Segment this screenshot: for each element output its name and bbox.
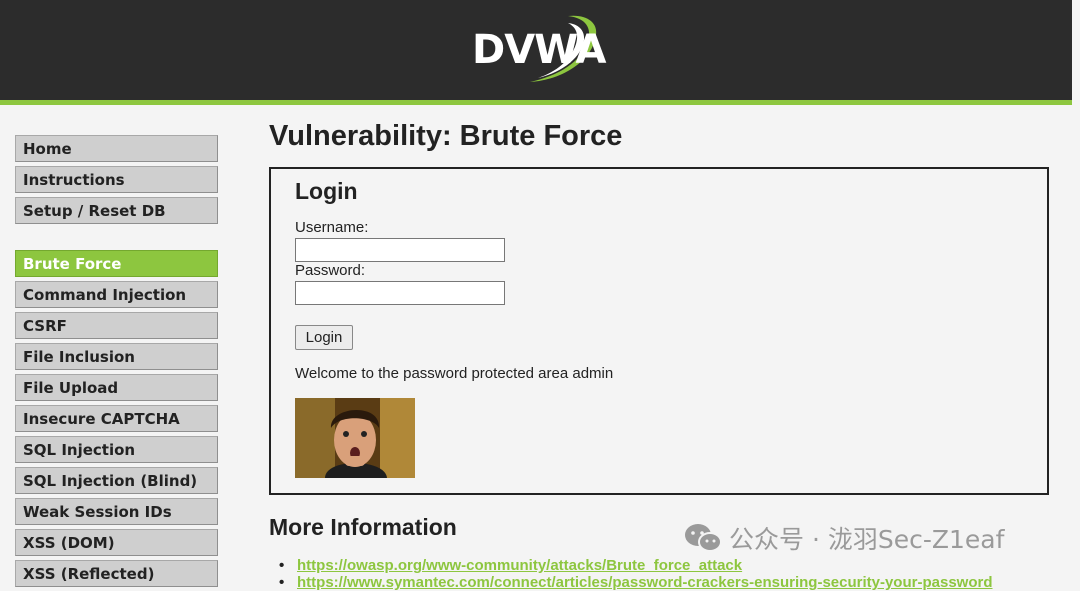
more-information-heading: More Information: [269, 514, 457, 540]
sidebar-item-weak-session-ids[interactable]: Weak Session IDs: [15, 498, 218, 525]
surprised-person-photo-icon: [295, 398, 415, 478]
password-input[interactable]: [295, 281, 505, 305]
sidebar-item-brute-force[interactable]: Brute Force: [15, 250, 218, 277]
sidebar-item-command-injection[interactable]: Command Injection: [15, 281, 218, 308]
sidebar-item-home[interactable]: Home: [15, 135, 218, 162]
sidebar-item-sql-injection-blind[interactable]: SQL Injection (Blind): [15, 467, 218, 494]
password-label: Password:: [295, 262, 366, 279]
header-bar: DVWA: [0, 0, 1072, 100]
list-item: https://www.symantec.com/connect/article…: [279, 574, 993, 591]
sidebar-item-insecure-captcha[interactable]: Insecure CAPTCHA: [15, 405, 218, 432]
sidebar-item-xss-reflected[interactable]: XSS (Reflected): [15, 560, 218, 587]
main-content: Vulnerability: Brute Force Login Usernam…: [269, 118, 1049, 591]
wechat-icon: [685, 524, 722, 552]
list-item: https://owasp.org/www-community/attacks/…: [279, 557, 993, 574]
sidebar-item-instructions[interactable]: Instructions: [15, 166, 218, 193]
welcome-message: Welcome to the password protected area a…: [295, 365, 614, 382]
user-avatar-image: [295, 398, 415, 478]
watermark-text: 公众号 · 泷羽Sec-Z1eaf: [729, 525, 1005, 554]
header-accent-stripe: [0, 100, 1072, 105]
sidebar-item-sql-injection[interactable]: SQL Injection: [15, 436, 218, 463]
sidebar-item-xss-dom[interactable]: XSS (DOM): [15, 529, 218, 556]
logo-text: DVWA: [472, 27, 606, 73]
username-input[interactable]: [295, 238, 505, 262]
sidebar-item-setup-reset-db[interactable]: Setup / Reset DB: [15, 197, 218, 224]
more-information-links: https://owasp.org/www-community/attacks/…: [279, 557, 993, 591]
page-title: Vulnerability: Brute Force: [269, 120, 623, 152]
login-heading: Login: [295, 178, 358, 204]
dvwa-logo[interactable]: DVWA: [468, 10, 606, 90]
link-owasp-brute-force[interactable]: https://owasp.org/www-community/attacks/…: [297, 557, 742, 574]
sidebar-item-csrf[interactable]: CSRF: [15, 312, 218, 339]
sidebar-item-file-upload[interactable]: File Upload: [15, 374, 218, 401]
login-button[interactable]: Login: [295, 325, 353, 350]
login-form-box: Login Username: Password: Login Welcome …: [269, 167, 1049, 495]
watermark: 公众号 · 泷羽Sec-Z1eaf: [683, 520, 1004, 556]
sidebar-item-file-inclusion[interactable]: File Inclusion: [15, 343, 218, 370]
username-label: Username:: [295, 219, 369, 236]
sidebar-menu: Home Instructions Setup / Reset DB Brute…: [15, 135, 219, 591]
link-symantec-password-crackers[interactable]: https://www.symantec.com/connect/article…: [297, 574, 993, 591]
